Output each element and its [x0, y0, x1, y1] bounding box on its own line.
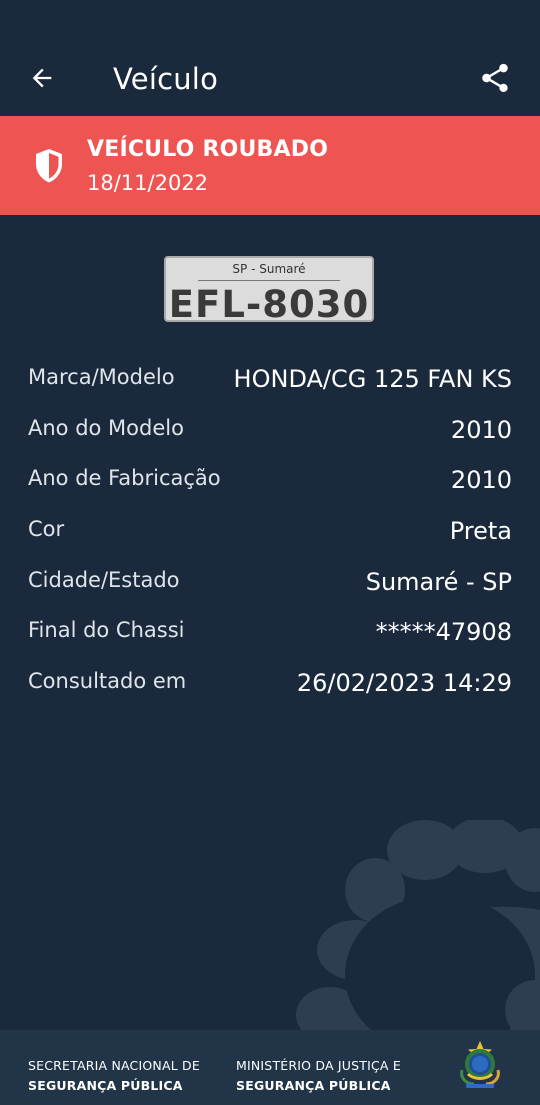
detail-row-brand-model: Marca/Modelo HONDA/CG 125 FAN KS: [28, 356, 512, 407]
detail-value: *****47908: [375, 618, 512, 647]
license-plate: SP - Sumaré EFL-8030: [164, 256, 374, 322]
alert-date: 18/11/2022: [87, 171, 209, 195]
detail-value: HONDA/CG 125 FAN KS: [233, 365, 512, 393]
detail-value: 26/02/2023 14:29: [296, 669, 512, 698]
footer-ministerio: MINISTÉRIO DA JUSTIÇA E SEGURANÇA PÚBLIC…: [236, 1056, 401, 1096]
detail-row-color: Cor Preta: [28, 508, 512, 559]
coat-of-arms-icon: [460, 1041, 500, 1088]
share-button[interactable]: [474, 57, 516, 99]
detail-value: 2010: [450, 415, 512, 444]
back-button[interactable]: [22, 58, 62, 98]
footer-right-line2: SEGURANÇA PÚBLICA: [236, 1078, 391, 1093]
share-icon: [482, 63, 508, 93]
footer-right-line1: MINISTÉRIO DA JUSTIÇA E: [236, 1058, 401, 1073]
detail-label: Cor: [28, 517, 65, 542]
detail-label: Consultado em: [28, 669, 187, 694]
detail-label: Cidade/Estado: [28, 567, 180, 592]
arrow-left-icon: [32, 68, 52, 88]
plate-divider: [198, 280, 340, 281]
footer-left-line2: SEGURANÇA PÚBLICA: [28, 1078, 183, 1093]
shield-icon: [36, 149, 62, 183]
detail-row-chassis: Final do Chassi *****47908: [28, 609, 512, 660]
vehicle-details: Marca/Modelo HONDA/CG 125 FAN KS Ano do …: [28, 356, 512, 711]
detail-row-model-year: Ano do Modelo 2010: [28, 407, 512, 458]
detail-row-manufacture-year: Ano de Fabricação 2010: [28, 457, 512, 508]
detail-value: Preta: [449, 517, 512, 546]
alert-title: VEÍCULO ROUBADO: [87, 137, 329, 162]
detail-label: Ano do Modelo: [28, 415, 184, 440]
detail-row-city-state: Cidade/Estado Sumaré - SP: [28, 559, 512, 610]
detail-row-consulted-at: Consultado em 26/02/2023 14:29: [28, 660, 512, 711]
watermark-emblem-icon: [296, 820, 540, 1030]
footer-secretaria: SECRETARIA NACIONAL DE SEGURANÇA PÚBLICA: [28, 1056, 200, 1096]
detail-value: Sumaré - SP: [365, 567, 512, 596]
detail-value: 2010: [450, 466, 512, 495]
detail-label: Marca/Modelo: [28, 365, 175, 389]
plate-city: SP - Sumaré: [232, 262, 306, 276]
page-title: Veículo: [113, 62, 219, 96]
app-bar: Veículo: [0, 0, 540, 116]
stolen-alert-banner: [0, 116, 540, 215]
plate-number: EFL-8030: [168, 283, 370, 322]
detail-label: Ano de Fabricação: [28, 466, 221, 491]
detail-label: Final do Chassi: [28, 618, 185, 643]
footer-left-line1: SECRETARIA NACIONAL DE: [28, 1058, 200, 1073]
